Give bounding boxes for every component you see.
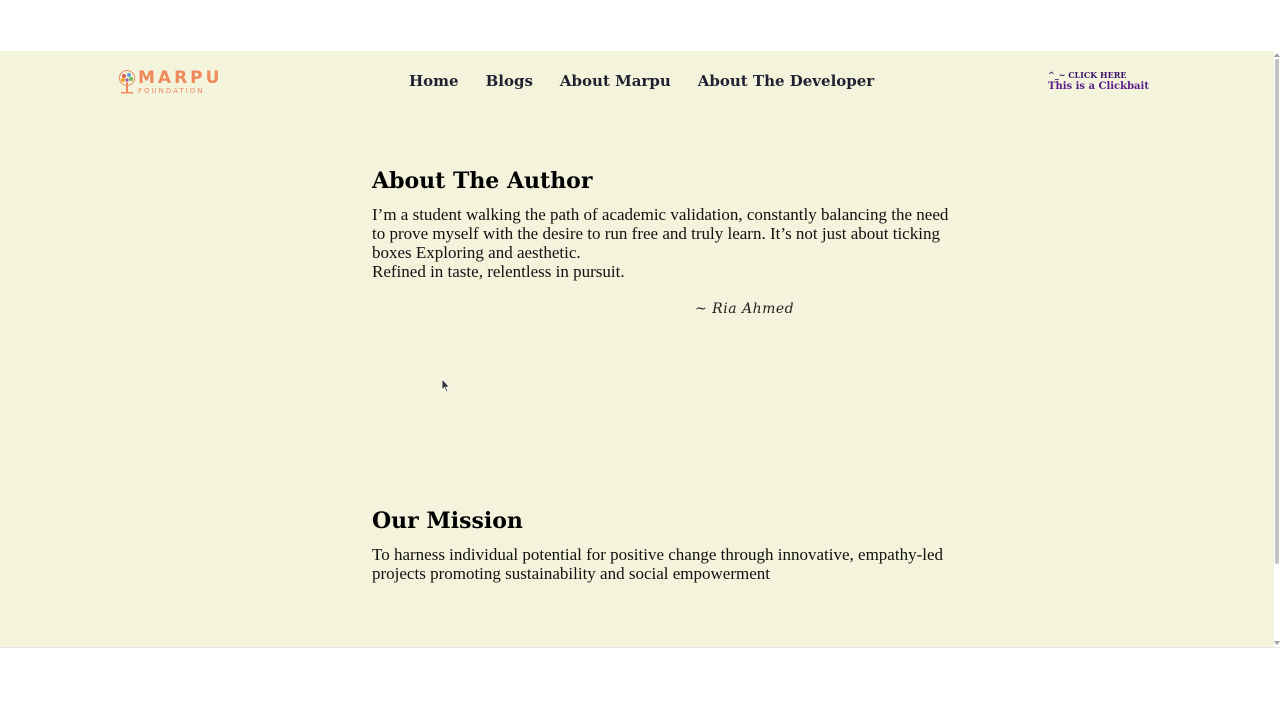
clickbait-link[interactable]: ^_~ CLICK HERE This is a Clickbait bbox=[1048, 70, 1149, 92]
author-signature: ~ Ria Ahmed bbox=[695, 301, 795, 317]
scrollbar-thumb[interactable] bbox=[1275, 59, 1279, 564]
nav-home-link[interactable]: Home bbox=[409, 72, 459, 90]
logo-title: MARPU bbox=[138, 67, 223, 88]
main-nav: Home Blogs About Marpu About The Develop… bbox=[409, 72, 901, 90]
nav-about-developer-link[interactable]: About The Developer bbox=[698, 72, 874, 90]
tree-logo-icon bbox=[119, 70, 135, 94]
logo-subtitle: FOUNDATION bbox=[138, 86, 205, 95]
vertical-scrollbar[interactable] bbox=[1274, 51, 1280, 647]
clickbait-line2: This is a Clickbait bbox=[1048, 81, 1149, 92]
site-logo[interactable]: MARPU FOUNDATION bbox=[117, 69, 222, 95]
page-bottom-border bbox=[0, 647, 1280, 648]
about-author-section: About The Author I’m a student walking t… bbox=[372, 168, 962, 281]
scroll-down-arrow-icon[interactable] bbox=[1274, 641, 1280, 645]
nav-about-marpu-link[interactable]: About Marpu bbox=[560, 72, 671, 90]
logo-text: MARPU FOUNDATION bbox=[138, 67, 223, 95]
author-paragraph-2: Refined in taste, relentless in pursuit. bbox=[372, 262, 625, 281]
mission-section: Our Mission To harness individual potent… bbox=[372, 508, 962, 583]
page-body: MARPU FOUNDATION Home Blogs About Marpu … bbox=[0, 51, 1274, 647]
clickbait-line1: ^_~ CLICK HERE bbox=[1048, 70, 1127, 80]
about-author-text: I’m a student walking the path of academ… bbox=[372, 205, 962, 281]
nav-blogs-link[interactable]: Blogs bbox=[486, 72, 533, 90]
mission-text: To harness individual potential for posi… bbox=[372, 545, 944, 583]
mission-heading: Our Mission bbox=[372, 508, 523, 534]
author-paragraph-1: I’m a student walking the path of academ… bbox=[372, 205, 949, 262]
about-author-heading: About The Author bbox=[372, 168, 593, 194]
scroll-up-arrow-icon[interactable] bbox=[1274, 53, 1280, 57]
mouse-cursor-icon bbox=[441, 378, 451, 393]
